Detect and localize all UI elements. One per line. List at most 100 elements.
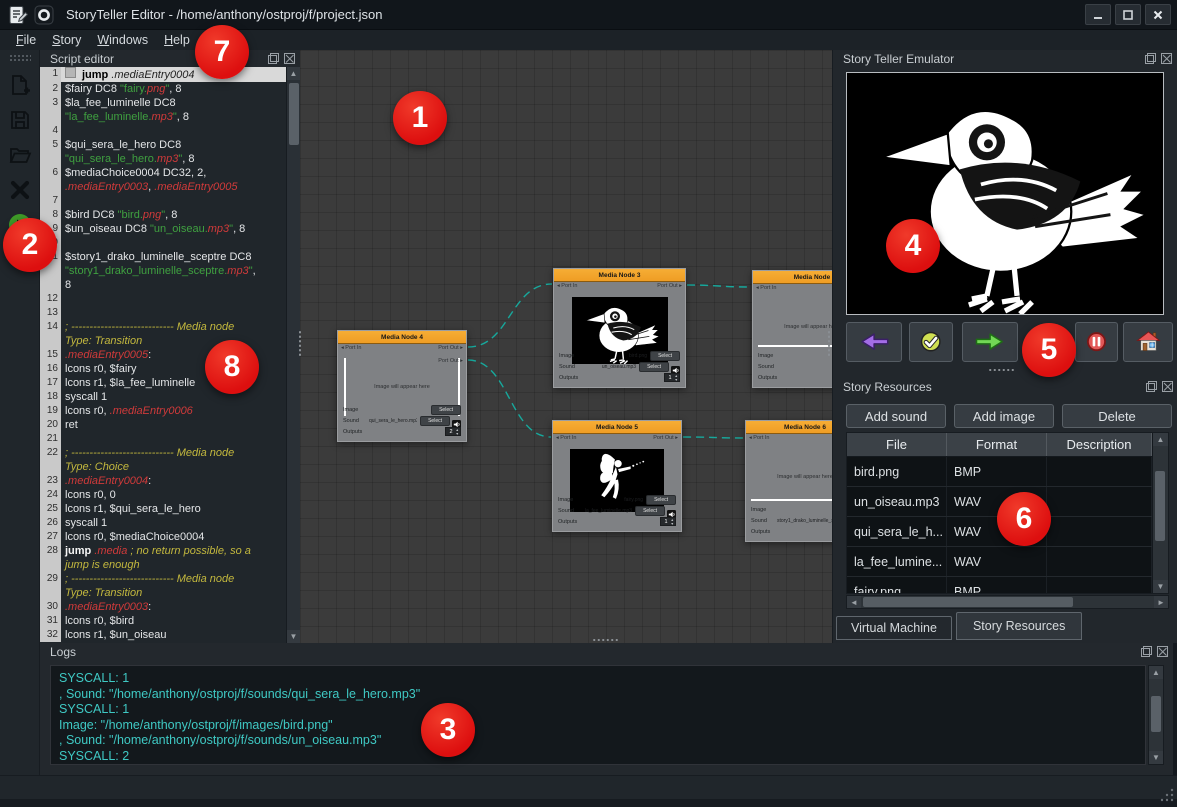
column-header-file[interactable]: File bbox=[847, 433, 947, 456]
close-panel-icon[interactable] bbox=[283, 52, 296, 65]
next-button[interactable] bbox=[962, 322, 1018, 362]
open-folder-icon[interactable] bbox=[6, 141, 34, 169]
code-line[interactable]: 5$qui_sera_le_hero DC8"qui_sera_le_hero.… bbox=[40, 138, 286, 166]
table-row[interactable]: fairy.pngBMP bbox=[847, 577, 1152, 593]
code-line[interactable]: 27lcons r0, $mediaChoice0004 bbox=[40, 530, 286, 544]
code-line[interactable]: 6$mediaChoice0004 DC32, 2,.mediaEntry000… bbox=[40, 166, 286, 194]
code-line[interactable]: 21 bbox=[40, 432, 286, 446]
code-line[interactable]: 4 bbox=[40, 124, 286, 138]
scroll-down-icon[interactable]: ▼ bbox=[1153, 580, 1168, 593]
logs-scrollbar[interactable]: ▲ ▼ bbox=[1148, 665, 1164, 765]
select-button[interactable]: Select bbox=[635, 506, 665, 516]
maximize-button[interactable] bbox=[1115, 4, 1141, 25]
add-image-button[interactable]: Add image bbox=[954, 404, 1054, 428]
scroll-up-icon[interactable]: ▲ bbox=[287, 67, 300, 80]
close-button[interactable] bbox=[1145, 4, 1171, 25]
code-line[interactable]: 9$un_oiseau DC8 "un_oiseau.mp3", 8 bbox=[40, 222, 286, 236]
port-out[interactable]: Port Out ▸ bbox=[438, 345, 463, 351]
splitter-left[interactable] bbox=[298, 330, 302, 356]
scroll-down-icon[interactable]: ▼ bbox=[287, 630, 300, 643]
port-out[interactable]: Port Out ▸ bbox=[653, 435, 678, 441]
save-icon[interactable] bbox=[6, 106, 34, 134]
code-line[interactable]: 22; ---------------------------- Media n… bbox=[40, 446, 286, 474]
tab-story-resources[interactable]: Story Resources bbox=[956, 612, 1082, 640]
code-line[interactable]: 31lcons r0, $bird bbox=[40, 614, 286, 628]
menu-item-help[interactable]: Help bbox=[164, 33, 190, 47]
minimize-button[interactable] bbox=[1085, 4, 1111, 25]
float-panel-icon[interactable] bbox=[1140, 645, 1153, 658]
scroll-up-icon[interactable]: ▲ bbox=[1149, 666, 1163, 679]
port-in[interactable]: ◂ Port In bbox=[556, 435, 577, 441]
float-panel-icon[interactable] bbox=[1145, 380, 1158, 393]
menu-item-file[interactable]: File bbox=[16, 33, 36, 47]
menu-item-story[interactable]: Story bbox=[52, 33, 81, 47]
scroll-right-icon[interactable]: ► bbox=[1154, 596, 1168, 608]
close-panel-icon[interactable] bbox=[1156, 645, 1169, 658]
code-line[interactable]: 20ret bbox=[40, 418, 286, 432]
code-line[interactable]: 25lcons r1, $qui_sera_le_hero bbox=[40, 502, 286, 516]
splitter-emulator[interactable] bbox=[988, 368, 1014, 372]
column-header-format[interactable]: Format bbox=[947, 433, 1047, 456]
code-line[interactable]: 1jump .mediaEntry0004 bbox=[40, 67, 286, 82]
port-out[interactable]: Port Out ▸ bbox=[657, 283, 682, 289]
splitter-right[interactable] bbox=[827, 330, 831, 356]
code-line[interactable]: 10 bbox=[40, 236, 286, 250]
scroll-left-icon[interactable]: ◄ bbox=[847, 596, 861, 608]
new-document-icon[interactable] bbox=[6, 71, 34, 99]
code-line[interactable]: 19lcons r0, .mediaEntry0006 bbox=[40, 404, 286, 418]
select-button[interactable]: Select bbox=[646, 495, 676, 505]
code-line[interactable]: 8$bird DC8 "bird.png", 8 bbox=[40, 208, 286, 222]
delete-button[interactable]: Delete bbox=[1062, 404, 1172, 428]
select-button[interactable]: Select bbox=[431, 405, 461, 415]
pause-button[interactable] bbox=[1075, 322, 1118, 362]
code-line[interactable]: 30.mediaEntry0003: bbox=[40, 600, 286, 614]
table-row[interactable]: bird.pngBMP bbox=[847, 457, 1152, 487]
scrollbar-thumb[interactable] bbox=[1155, 471, 1165, 541]
float-panel-icon[interactable] bbox=[1144, 52, 1157, 65]
code-line[interactable]: 2$fairy DC8 "fairy.png", 8 bbox=[40, 82, 286, 96]
outputs-spinner[interactable]: 1▲▼ bbox=[664, 373, 680, 382]
table-row[interactable]: la_fee_lumine...WAV bbox=[847, 547, 1152, 577]
tab-virtual-machine[interactable]: Virtual Machine bbox=[836, 616, 952, 640]
code-line[interactable]: 11$story1_drako_luminelle_sceptre DC8"st… bbox=[40, 250, 286, 292]
scrollbar-thumb[interactable] bbox=[289, 83, 299, 145]
scroll-down-icon[interactable]: ▼ bbox=[1149, 751, 1163, 764]
media-node[interactable]: Media Node◂ Port InImage will appear her… bbox=[752, 270, 832, 388]
media-node[interactable]: Media Node 6◂ Port InImage will appear h… bbox=[745, 420, 832, 542]
media-node[interactable]: Media Node 3◂ Port InPort Out ▸Imagebird… bbox=[553, 268, 686, 388]
column-header-description[interactable]: Description bbox=[1047, 433, 1152, 456]
close-panel-icon[interactable] bbox=[1161, 380, 1174, 393]
scrollbar-thumb[interactable] bbox=[863, 597, 1073, 607]
code-line[interactable]: 18syscall 1 bbox=[40, 390, 286, 404]
logs-output[interactable]: SYSCALL: 1, Sound: "/home/anthony/ostpro… bbox=[50, 665, 1146, 765]
splitter-bottom[interactable] bbox=[592, 638, 618, 642]
code-line[interactable]: 14; ---------------------------- Media n… bbox=[40, 320, 286, 348]
code-line[interactable]: 24lcons r0, 0 bbox=[40, 488, 286, 502]
port-out[interactable]: Port Out ▸ bbox=[438, 358, 463, 364]
code-line[interactable]: 12 bbox=[40, 292, 286, 306]
add-sound-button[interactable]: Add sound bbox=[846, 404, 946, 428]
select-button[interactable]: Select bbox=[420, 416, 450, 426]
outputs-spinner[interactable]: 1▲▼ bbox=[660, 517, 676, 526]
close-project-icon[interactable] bbox=[6, 176, 34, 204]
port-in[interactable]: ◂ Port In bbox=[557, 283, 578, 289]
select-button[interactable]: Select bbox=[650, 351, 680, 361]
scrollbar-thumb[interactable] bbox=[1151, 696, 1161, 732]
float-panel-icon[interactable] bbox=[267, 52, 280, 65]
home-button[interactable] bbox=[1123, 322, 1173, 362]
node-graph-canvas[interactable]: Media Node 4◂ Port InPort Out ▸Port Out … bbox=[300, 50, 832, 643]
resize-grip-icon[interactable] bbox=[1160, 788, 1174, 802]
media-node[interactable]: Media Node 5◂ Port InPort Out ▸Imagefair… bbox=[552, 420, 682, 532]
code-line[interactable]: 13 bbox=[40, 306, 286, 320]
close-panel-icon[interactable] bbox=[1160, 52, 1173, 65]
media-node[interactable]: Media Node 4◂ Port InPort Out ▸Port Out … bbox=[337, 330, 467, 442]
code-line[interactable]: 3$la_fee_luminelle DC8"la_fee_luminelle.… bbox=[40, 96, 286, 124]
code-line[interactable]: 32lcons r1, $un_oiseau bbox=[40, 628, 286, 642]
port-in[interactable]: ◂ Port In bbox=[341, 345, 362, 351]
select-button[interactable]: Select bbox=[639, 362, 669, 372]
code-line[interactable]: 28jump .media ; no return possible, so a… bbox=[40, 544, 286, 572]
port-in[interactable]: ◂ Port In bbox=[756, 285, 777, 291]
code-line[interactable]: 23.mediaEntry0004: bbox=[40, 474, 286, 488]
ok-button[interactable] bbox=[909, 322, 953, 362]
table-vertical-scrollbar[interactable]: ▲ ▼ bbox=[1152, 433, 1168, 593]
